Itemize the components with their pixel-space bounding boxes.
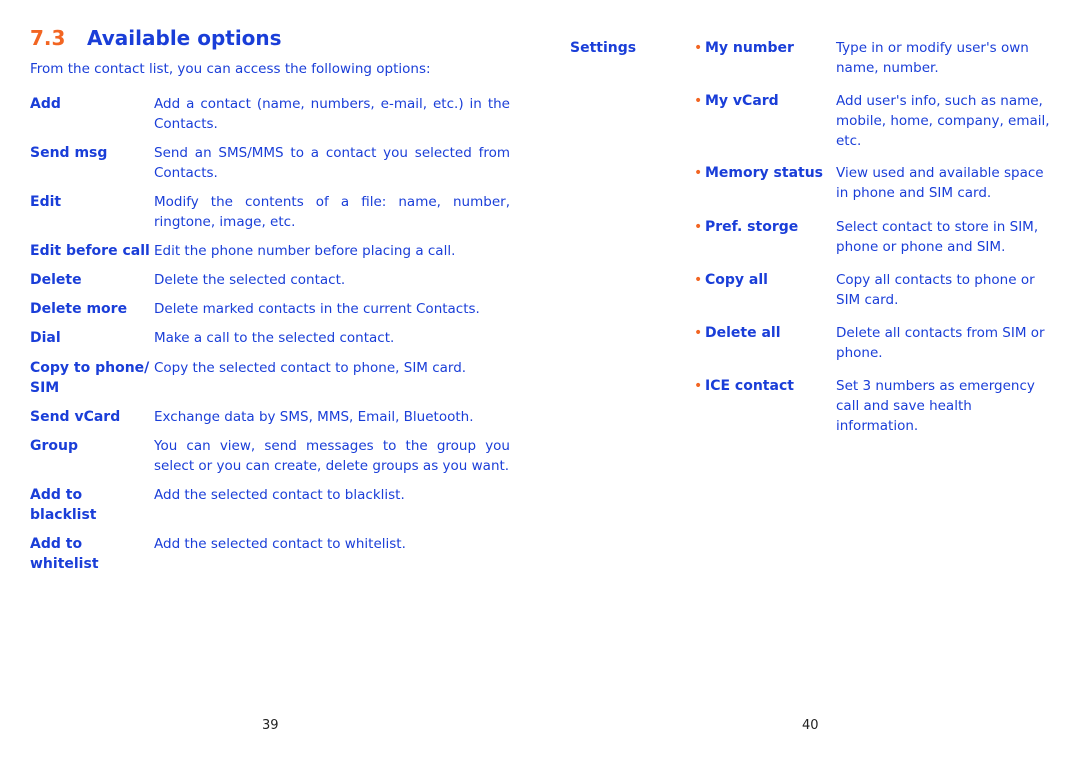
setting-term: My vCard xyxy=(705,93,779,109)
settings-label: Settings xyxy=(570,40,637,56)
setting-desc: Delete all contacts from SIM or phone. xyxy=(836,325,1045,361)
setting-desc: Add user's info, such as name, mobile, h… xyxy=(836,93,1050,149)
option-desc: Make a call to the selected contact. xyxy=(154,330,395,346)
setting-desc: Type in or modify user's own name, numbe… xyxy=(836,40,1029,76)
option-desc: Add the selected contact to whitelist. xyxy=(154,536,406,552)
option-row: Add xyxy=(30,94,152,114)
option-row: Edit xyxy=(30,192,152,212)
option-row: Add to whitelist xyxy=(30,534,152,574)
option-desc: Modify the contents of a file: name, num… xyxy=(154,194,510,230)
bullet-icon: • xyxy=(694,378,703,394)
page-number-right: 40 xyxy=(802,718,819,733)
section-number: 7.3 xyxy=(30,26,66,50)
setting-term: Copy all xyxy=(705,272,768,288)
option-row: Add to blacklist xyxy=(30,485,152,525)
option-term: Send vCard xyxy=(30,409,121,425)
option-term: Add to whitelist xyxy=(30,536,99,572)
option-desc: Add the selected contact to blacklist. xyxy=(154,487,405,503)
bullet-icon: • xyxy=(694,219,703,235)
option-desc: Send an SMS/MMS to a contact you selecte… xyxy=(154,145,510,181)
option-term: Delete more xyxy=(30,301,128,317)
setting-desc: View used and available space in phone a… xyxy=(836,165,1044,201)
option-term: Copy to phone/ SIM xyxy=(30,360,150,396)
option-term: Edit xyxy=(30,194,62,210)
option-term: Delete xyxy=(30,272,82,288)
setting-term: Pref. storge xyxy=(705,219,799,235)
option-term: Add xyxy=(30,96,61,112)
option-row: Delete xyxy=(30,270,152,290)
setting-desc: Copy all contacts to phone or SIM card. xyxy=(836,272,1035,308)
option-desc: Delete marked contacts in the current Co… xyxy=(154,301,480,317)
option-desc: You can view, send messages to the group… xyxy=(154,438,510,474)
bullet-icon: • xyxy=(694,272,703,288)
bullet-icon: • xyxy=(694,325,703,341)
bullet-icon: • xyxy=(694,40,703,56)
option-term: Dial xyxy=(30,330,61,346)
setting-term: My number xyxy=(705,40,794,56)
page-number-left: 39 xyxy=(262,718,279,733)
option-desc: Edit the phone number before placing a c… xyxy=(154,243,456,259)
option-desc: Exchange data by SMS, MMS, Email, Blueto… xyxy=(154,409,474,425)
option-desc: Add a contact (name, numbers, e-mail, et… xyxy=(154,96,510,132)
setting-desc: Select contact to store in SIM, phone or… xyxy=(836,219,1039,255)
option-row: Copy to phone/ SIM xyxy=(30,358,152,398)
option-term: Edit before call xyxy=(30,243,150,259)
section-title: Available options xyxy=(87,26,282,50)
option-term: Add to blacklist xyxy=(30,487,97,523)
option-row: Send vCard xyxy=(30,407,152,427)
setting-term: ICE contact xyxy=(705,378,794,394)
bullet-icon: • xyxy=(694,165,703,181)
option-term: Send msg xyxy=(30,145,108,161)
setting-desc: Set 3 numbers as emergency call and save… xyxy=(836,378,1035,434)
option-row: Dial xyxy=(30,328,152,348)
setting-term: Delete all xyxy=(705,325,781,341)
option-term: Group xyxy=(30,438,79,454)
option-row: Send msg xyxy=(30,143,152,163)
intro-text: From the contact list, you can access th… xyxy=(30,61,431,77)
option-row: Group xyxy=(30,436,152,456)
option-desc: Delete the selected contact. xyxy=(154,272,346,288)
bullet-icon: • xyxy=(694,93,703,109)
setting-term: Memory status xyxy=(705,165,824,181)
option-row: Edit before call xyxy=(30,241,152,261)
option-row: Delete more xyxy=(30,299,152,319)
option-desc: Copy the selected contact to phone, SIM … xyxy=(154,360,467,376)
